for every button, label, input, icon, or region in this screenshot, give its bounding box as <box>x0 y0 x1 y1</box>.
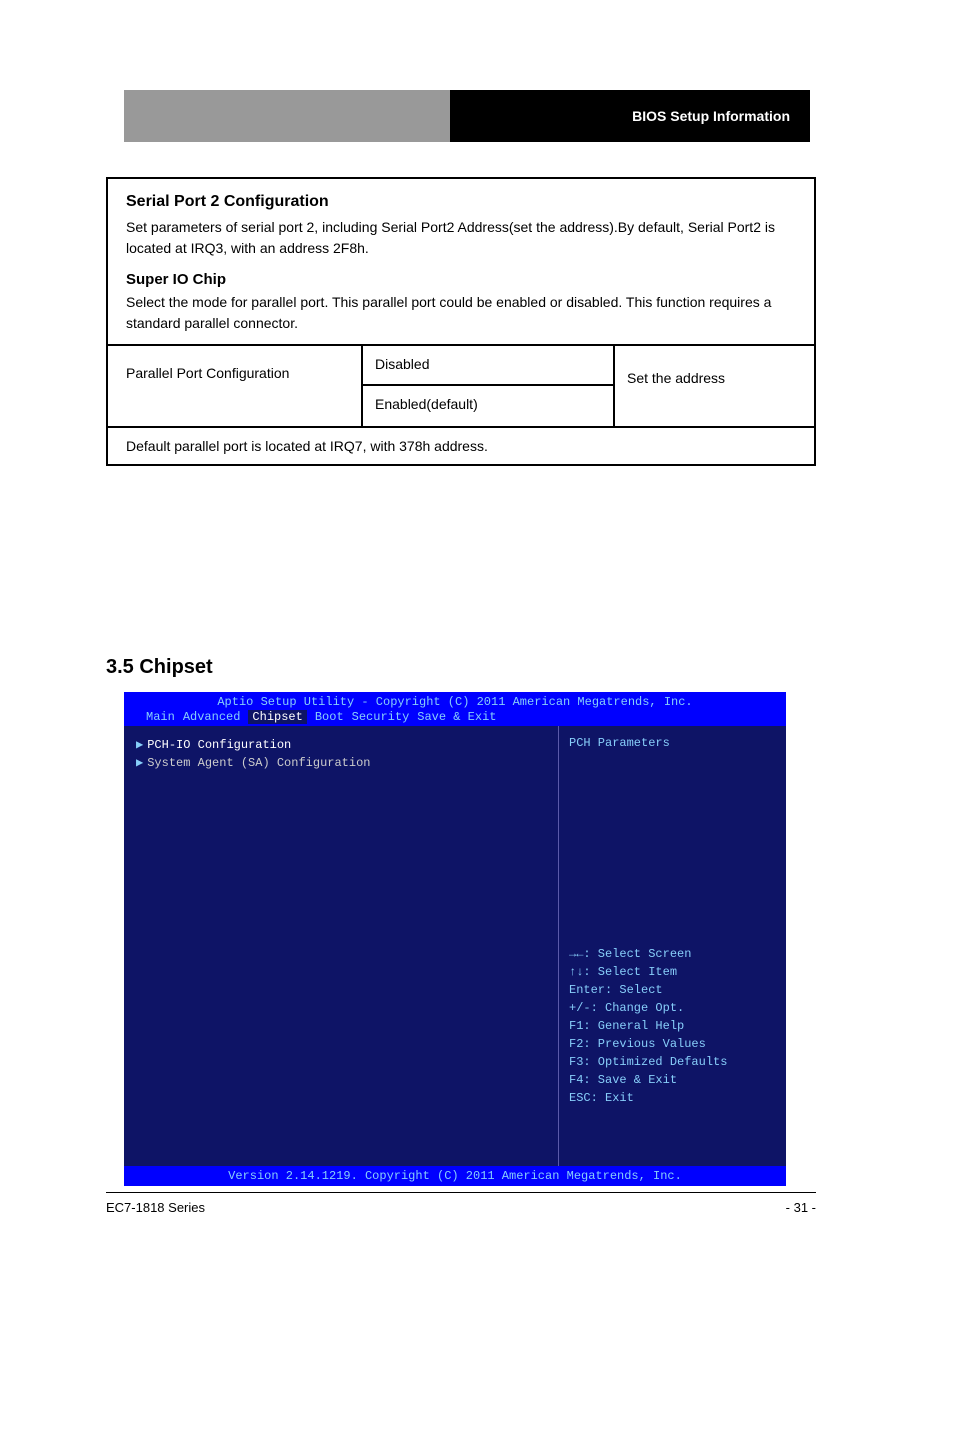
tab-save-exit[interactable]: Save & Exit <box>417 710 496 724</box>
config-col3: Set the address <box>615 346 814 426</box>
page-header: BIOS Setup Information <box>124 90 810 142</box>
hint-f2: F2: Previous Values <box>569 1035 776 1053</box>
arrow-icon: ▶ <box>136 756 143 770</box>
config-table: Parallel Port Configuration Disabled Ena… <box>108 344 814 426</box>
bios-right-panel: PCH Parameters →←: Select Screen ↑↓: Sel… <box>559 726 786 1166</box>
serial-port-config-box: Serial Port 2 Configuration Set paramete… <box>106 177 816 466</box>
bios-tabs: Main Advanced Chipset Boot Security Save… <box>124 709 786 726</box>
hint-f1: F1: General Help <box>569 1017 776 1035</box>
page-footer: EC7-1818 Series - 31 - <box>106 1200 816 1215</box>
bios-item-label: System Agent (SA) Configuration <box>147 756 370 770</box>
bios-item-system-agent[interactable]: ▶ System Agent (SA) Configuration <box>136 754 546 772</box>
footer-right: - 31 - <box>786 1200 816 1215</box>
tab-boot[interactable]: Boot <box>315 710 344 724</box>
hint-change-opt: +/-: Change Opt. <box>569 999 776 1017</box>
header-left-block <box>124 90 450 142</box>
hint-esc: ESC: Exit <box>569 1089 776 1107</box>
tab-advanced[interactable]: Advanced <box>183 710 241 724</box>
config-col1: Parallel Port Configuration <box>108 346 363 426</box>
bios-item-label: PCH-IO Configuration <box>147 738 291 752</box>
bios-hints: →←: Select Screen ↑↓: Select Item Enter:… <box>569 945 776 1107</box>
bios-body: ▶ PCH-IO Configuration ▶ System Agent (SA)… <box>124 726 786 1166</box>
config-desc: Set parameters of serial port 2, includi… <box>126 217 796 259</box>
bios-help-title: PCH Parameters <box>569 736 776 750</box>
hint-select-item: ↑↓: Select Item <box>569 963 776 981</box>
config-cell-disabled: Disabled <box>363 346 613 386</box>
bios-titlebar: Aptio Setup Utility - Copyright (C) 2011… <box>124 692 786 709</box>
page-rule <box>106 1192 816 1193</box>
hint-enter: Enter: Select <box>569 981 776 999</box>
tab-chipset[interactable]: Chipset <box>248 710 306 724</box>
config-footer: Default parallel port is located at IRQ7… <box>108 426 814 464</box>
bios-footer: Version 2.14.1219. Copyright (C) 2011 Am… <box>124 1166 786 1186</box>
config-main: Serial Port 2 Configuration Set paramete… <box>108 179 814 344</box>
config-cell-enabled: Enabled(default) <box>363 386 613 426</box>
hint-f3: F3: Optimized Defaults <box>569 1053 776 1071</box>
hint-select-screen: →←: Select Screen <box>569 945 776 963</box>
tab-security[interactable]: Security <box>352 710 410 724</box>
bios-screenshot: Aptio Setup Utility - Copyright (C) 2011… <box>124 692 786 1186</box>
config-title: Serial Port 2 Configuration <box>126 193 796 211</box>
bios-item-pch-io[interactable]: ▶ PCH-IO Configuration <box>136 736 546 754</box>
chipset-heading: 3.5 Chipset <box>106 656 213 679</box>
header-right-label: BIOS Setup Information <box>450 90 810 142</box>
footer-left: EC7-1818 Series <box>106 1200 205 1215</box>
arrow-icon: ▶ <box>136 738 143 752</box>
bios-left-panel: ▶ PCH-IO Configuration ▶ System Agent (SA)… <box>124 726 559 1166</box>
tab-main[interactable]: Main <box>146 710 175 724</box>
config-subdesc: Select the mode for parallel port. This … <box>126 292 796 334</box>
hint-f4: F4: Save & Exit <box>569 1071 776 1089</box>
config-col2: Disabled Enabled(default) <box>363 346 615 426</box>
config-sub: Super IO Chip <box>126 271 796 288</box>
